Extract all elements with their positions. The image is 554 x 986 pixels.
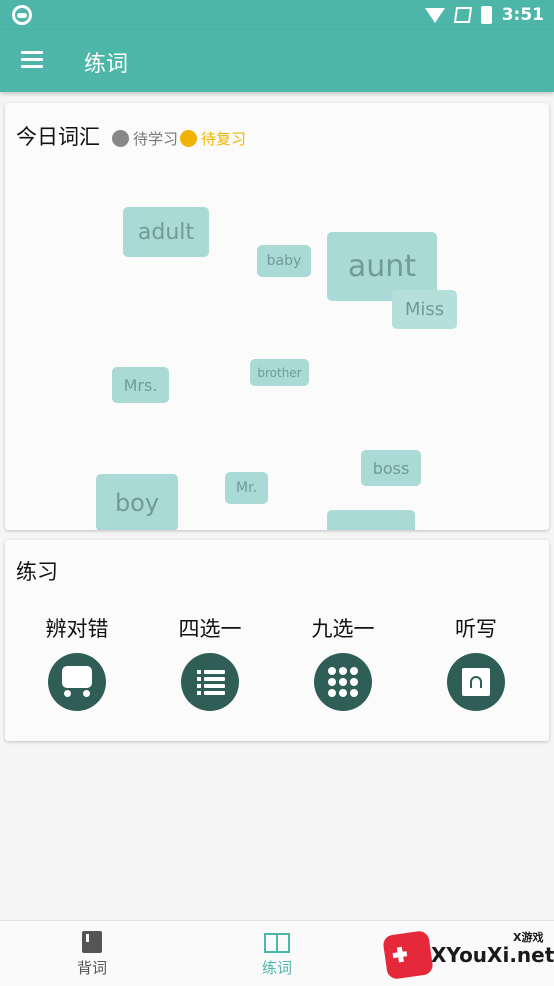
word-chip[interactable]: brother <box>250 359 309 386</box>
wifi-icon <box>424 7 445 23</box>
cloud-icon <box>12 5 32 25</box>
app-bar: 练词 <box>0 30 554 92</box>
word-chip[interactable]: Mr. <box>225 472 268 504</box>
page-title: 练词 <box>84 52 129 77</box>
battery-icon <box>480 6 492 24</box>
legend: 待学习 待复习 <box>112 128 246 149</box>
watermark-text: XYouXi.net <box>431 943 554 967</box>
word-chip[interactable]: Mrs. <box>112 367 169 403</box>
practice-label: 四选一 <box>178 617 242 641</box>
clock: 3:51 <box>501 5 544 25</box>
open-book-icon <box>264 933 290 953</box>
card-check-icon <box>62 666 92 697</box>
status-bar: 3:51 <box>0 0 554 30</box>
practice-label: 听写 <box>455 617 497 641</box>
legend-to-review: 待复习 <box>201 129 247 148</box>
nav-item-memorize[interactable]: 背词 <box>47 931 137 978</box>
nav-item-practice[interactable]: 练词 <box>232 931 322 978</box>
gamepad-icon <box>382 930 434 980</box>
practice-true-false-button[interactable]: 辨对错 <box>22 613 132 711</box>
practice-choose-4-button[interactable]: 四选一 <box>155 613 265 711</box>
list-icon <box>197 670 225 695</box>
practice-label: 辨对错 <box>45 617 109 641</box>
word-chip[interactable]: baby <box>257 245 311 277</box>
menu-icon[interactable] <box>21 51 43 69</box>
word-chip[interactable]: boss <box>361 450 421 486</box>
word-chip[interactable]: adult <box>123 207 209 257</box>
nav-label: 背词 <box>76 959 107 977</box>
grid-icon <box>328 667 358 697</box>
vocab-heading: 今日词汇 <box>16 125 100 149</box>
book-icon <box>82 931 102 953</box>
practice-dictation-button[interactable]: 听写 <box>421 613 531 711</box>
practice-card: 练习 辨对错 四选一 九选一 听写 <box>5 540 549 741</box>
legend-to-learn: 待学习 <box>133 129 179 148</box>
word-chip[interactable]: Miss <box>392 290 457 329</box>
gray-dot-icon <box>112 129 129 147</box>
today-vocab-card: 今日词汇 待学习 待复习 adult baby aunt Miss Mrs. b… <box>5 103 549 530</box>
watermark-logo: X游戏 XYouXi.net <box>382 927 554 982</box>
headphones-icon <box>462 668 490 696</box>
orange-dot-icon <box>180 129 198 147</box>
no-signal-icon <box>453 7 472 23</box>
nav-label: 练词 <box>261 959 292 977</box>
word-chip[interactable]: boy <box>96 474 178 530</box>
word-chip-partial[interactable] <box>327 510 415 530</box>
practice-heading: 练习 <box>16 560 58 584</box>
practice-label: 九选一 <box>311 617 375 641</box>
practice-choose-9-button[interactable]: 九选一 <box>288 613 398 711</box>
